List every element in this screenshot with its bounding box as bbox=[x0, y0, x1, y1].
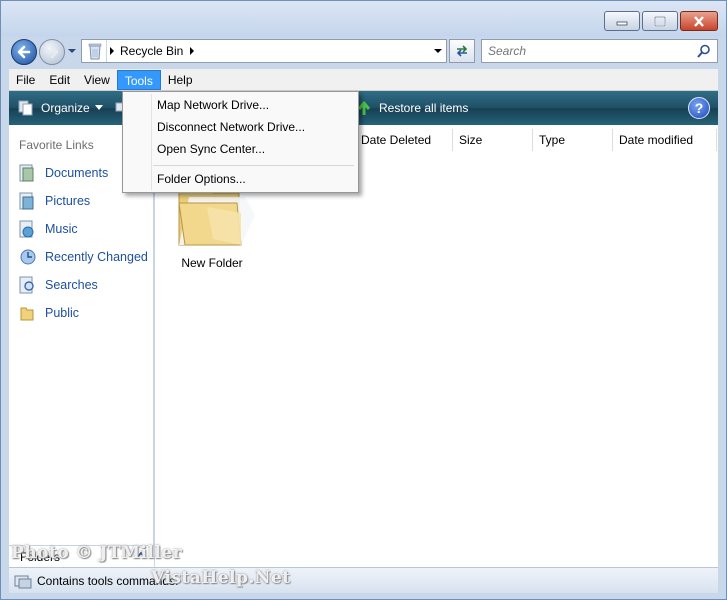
restore-all-items-button[interactable]: Restore all items bbox=[355, 91, 468, 125]
nav-link-label: Documents bbox=[45, 166, 109, 180]
menu-item-open-sync-center[interactable]: Open Sync Center... bbox=[157, 142, 265, 156]
nav-link-public[interactable]: Public bbox=[17, 302, 79, 324]
help-button[interactable]: ? bbox=[688, 97, 710, 119]
nav-link-label: Pictures bbox=[45, 194, 91, 208]
organize-label: Organize bbox=[41, 101, 90, 115]
chevron-right-icon[interactable] bbox=[189, 47, 195, 55]
music-icon bbox=[17, 219, 37, 239]
file-item-label: New Folder bbox=[181, 256, 243, 270]
minimize-icon bbox=[616, 21, 628, 26]
search-icon[interactable] bbox=[697, 44, 711, 58]
menu-item-map-network-drive[interactable]: Map Network Drive... bbox=[157, 98, 269, 112]
status-text: Contains tools commands. bbox=[37, 573, 179, 588]
forward-button[interactable] bbox=[39, 39, 65, 65]
menu-view[interactable]: View bbox=[77, 70, 117, 90]
nav-link-documents[interactable]: Documents bbox=[17, 162, 108, 184]
favorite-links-heading: Favorite Links bbox=[19, 138, 94, 152]
search-input[interactable] bbox=[482, 40, 682, 62]
refresh-icon bbox=[456, 45, 468, 57]
menu-bar: File Edit View Tools Help bbox=[9, 69, 718, 91]
pictures-icon bbox=[17, 191, 37, 211]
window-controls bbox=[604, 11, 718, 31]
recent-pages-chevron-icon[interactable] bbox=[67, 46, 77, 56]
menu-separator bbox=[153, 165, 354, 166]
organize-icon bbox=[18, 100, 33, 116]
address-bar[interactable]: Recycle Bin bbox=[81, 39, 447, 63]
maximize-button[interactable] bbox=[642, 11, 678, 31]
column-type[interactable]: Type bbox=[533, 129, 613, 151]
nav-link-label: Music bbox=[45, 222, 78, 236]
tools-status-icon bbox=[13, 571, 33, 591]
arrow-left-icon bbox=[17, 45, 31, 59]
chevron-down-icon bbox=[94, 105, 103, 110]
menu-gutter bbox=[151, 94, 152, 190]
close-icon bbox=[694, 15, 704, 27]
recently-changed-icon bbox=[17, 247, 37, 267]
minimize-button[interactable] bbox=[604, 11, 640, 31]
column-size[interactable]: Size bbox=[453, 129, 533, 151]
menu-item-folder-options[interactable]: Folder Options... bbox=[157, 172, 246, 186]
nav-link-label: Public bbox=[45, 306, 80, 320]
chevron-right-icon bbox=[109, 47, 114, 55]
folders-toggle[interactable]: Folders bbox=[9, 545, 154, 567]
title-bar bbox=[1, 1, 726, 37]
menu-tools[interactable]: Tools bbox=[116, 69, 161, 90]
command-bar: Organize Restore all items ? bbox=[9, 91, 718, 125]
nav-link-pictures[interactable]: Pictures bbox=[17, 190, 90, 212]
menu-edit[interactable]: Edit bbox=[42, 70, 77, 90]
search-box[interactable] bbox=[481, 39, 718, 63]
organize-button[interactable]: Organize bbox=[17, 91, 103, 125]
column-date-deleted[interactable]: Date Deleted bbox=[355, 129, 453, 151]
searches-icon bbox=[17, 275, 37, 295]
menu-item-disconnect-network-drive[interactable]: Disconnect Network Drive... bbox=[157, 120, 305, 134]
chevron-up-icon bbox=[136, 551, 146, 559]
menu-help[interactable]: Help bbox=[161, 70, 200, 90]
restore-all-items-label: Restore all items bbox=[379, 101, 469, 115]
back-button[interactable] bbox=[11, 39, 37, 65]
maximize-icon bbox=[654, 15, 666, 27]
arrow-right-icon bbox=[45, 45, 59, 59]
menu-file[interactable]: File bbox=[9, 70, 42, 90]
refresh-button[interactable] bbox=[449, 39, 475, 63]
folders-label: Folders bbox=[20, 549, 61, 564]
breadcrumb-separator[interactable] bbox=[106, 40, 116, 62]
breadcrumb-recycle-bin[interactable]: Recycle Bin bbox=[120, 44, 183, 58]
nav-link-label: Recently Changed bbox=[45, 250, 148, 264]
nav-link-recently-changed[interactable]: Recently Changed bbox=[17, 246, 148, 268]
nav-link-searches[interactable]: Searches bbox=[17, 274, 98, 296]
tools-menu-dropdown: Map Network Drive... Disconnect Network … bbox=[122, 91, 359, 193]
nav-link-label: Searches bbox=[45, 278, 98, 292]
status-bar: Contains tools commands. bbox=[9, 567, 718, 593]
close-button[interactable] bbox=[680, 11, 718, 31]
public-folder-icon bbox=[17, 303, 37, 323]
explorer-window: Recycle Bin File Edit View Tools Help Or… bbox=[0, 0, 727, 600]
address-row: Recycle Bin bbox=[1, 37, 726, 67]
recycle-bin-icon bbox=[84, 40, 106, 62]
column-date-modified[interactable]: Date modified bbox=[613, 129, 717, 151]
address-history-chevron-icon[interactable] bbox=[432, 45, 444, 57]
nav-link-music[interactable]: Music bbox=[17, 218, 78, 240]
documents-icon bbox=[17, 163, 37, 183]
